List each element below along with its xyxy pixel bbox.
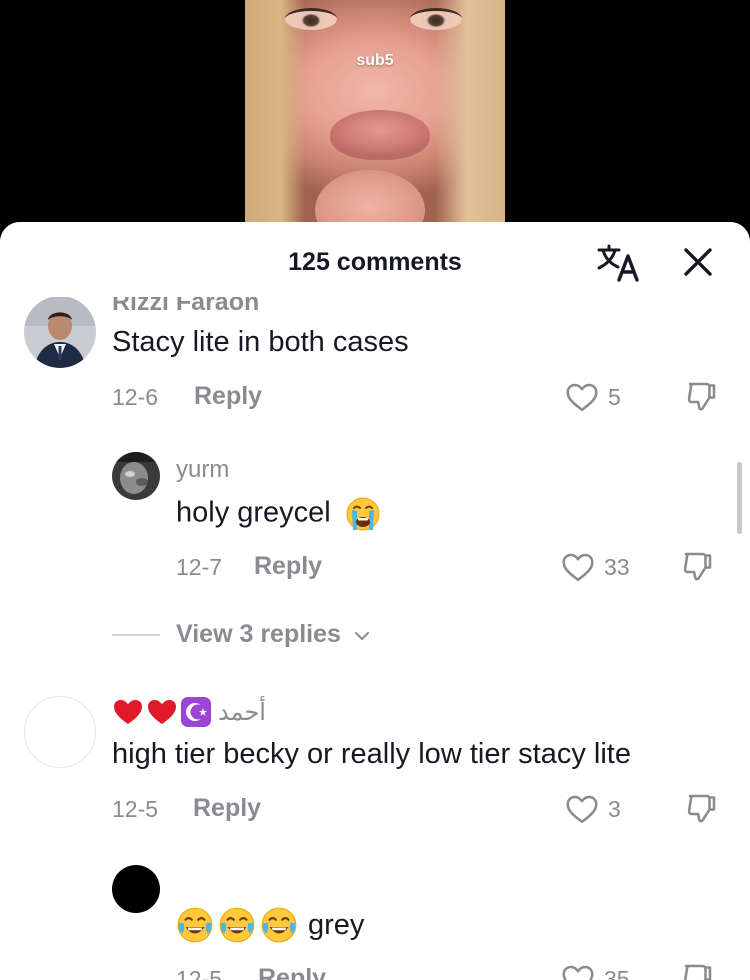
comment-date: 12-5 [176, 966, 223, 980]
heart-icon[interactable] [560, 549, 596, 585]
comment-username-row[interactable]: أحمد [112, 696, 266, 728]
video-player[interactable]: sub5 [0, 0, 750, 240]
comment-text: Stacy lite in both cases [112, 326, 409, 358]
red-heart-icon [114, 700, 142, 724]
dislike-icon[interactable] [684, 378, 720, 414]
comment-username[interactable]: yurm [176, 456, 229, 484]
chevron-down-icon[interactable] [352, 626, 372, 646]
comment-text: grey [308, 908, 365, 941]
reply-button[interactable]: Reply [194, 382, 262, 411]
video-eye-left [285, 8, 337, 30]
reply-button[interactable]: Reply [258, 964, 326, 980]
comments-list[interactable]: Rizzi Faraon Stacy lite in both cases 12… [0, 222, 750, 980]
tears-of-joy-icon [177, 907, 213, 943]
like-count: 5 [608, 384, 621, 410]
avatar[interactable] [24, 296, 96, 368]
dislike-icon[interactable] [680, 548, 716, 584]
video-frame[interactable]: sub5 [245, 0, 505, 240]
video-hair-right [435, 0, 505, 240]
avatar-photo [24, 296, 96, 368]
red-heart-icon [148, 700, 176, 724]
tears-of-joy-icon [261, 907, 297, 943]
like-count: 3 [608, 796, 621, 822]
view-replies-button[interactable]: View 3 replies [176, 620, 341, 649]
video-lips [330, 110, 430, 160]
heart-icon[interactable] [560, 961, 596, 980]
video-eye-right [410, 8, 462, 30]
like-count: 33 [604, 554, 630, 580]
reply-button[interactable]: Reply [193, 794, 261, 823]
comment-date: 12-5 [112, 796, 159, 822]
video-hair-left [245, 0, 305, 240]
comment-text-row: grey [176, 906, 364, 944]
translate-icon[interactable] [595, 242, 641, 284]
comments-sheet: Rizzi Faraon Stacy lite in both cases 12… [0, 222, 750, 980]
comment-username: أحمد [218, 698, 266, 726]
comment-text: high tier becky or really low tier stacy… [112, 738, 631, 770]
comment-text: holy greycel [176, 496, 331, 529]
comments-header: 125 comments [0, 222, 750, 297]
close-icon[interactable] [680, 244, 716, 280]
avatar[interactable] [112, 452, 160, 500]
comment-date: 12-7 [176, 554, 223, 580]
heart-icon[interactable] [564, 379, 600, 415]
like-count: 35 [604, 966, 630, 980]
dislike-icon[interactable] [684, 790, 720, 826]
dislike-icon[interactable] [680, 960, 716, 980]
comment-text-row: holy greycel [176, 496, 381, 532]
comment-date: 12-6 [112, 384, 159, 410]
avatar[interactable] [112, 865, 160, 913]
tears-of-joy-icon [219, 907, 255, 943]
heart-icon[interactable] [564, 791, 600, 827]
reply-button[interactable]: Reply [254, 552, 322, 581]
view-replies-divider [112, 634, 160, 636]
loudly-crying-face-icon [346, 497, 380, 531]
star-and-crescent-icon [181, 697, 211, 727]
avatar-photo [112, 452, 160, 500]
avatar[interactable] [24, 696, 96, 768]
scrollbar[interactable] [737, 462, 742, 534]
video-overlay-text: sub5 [356, 52, 394, 69]
